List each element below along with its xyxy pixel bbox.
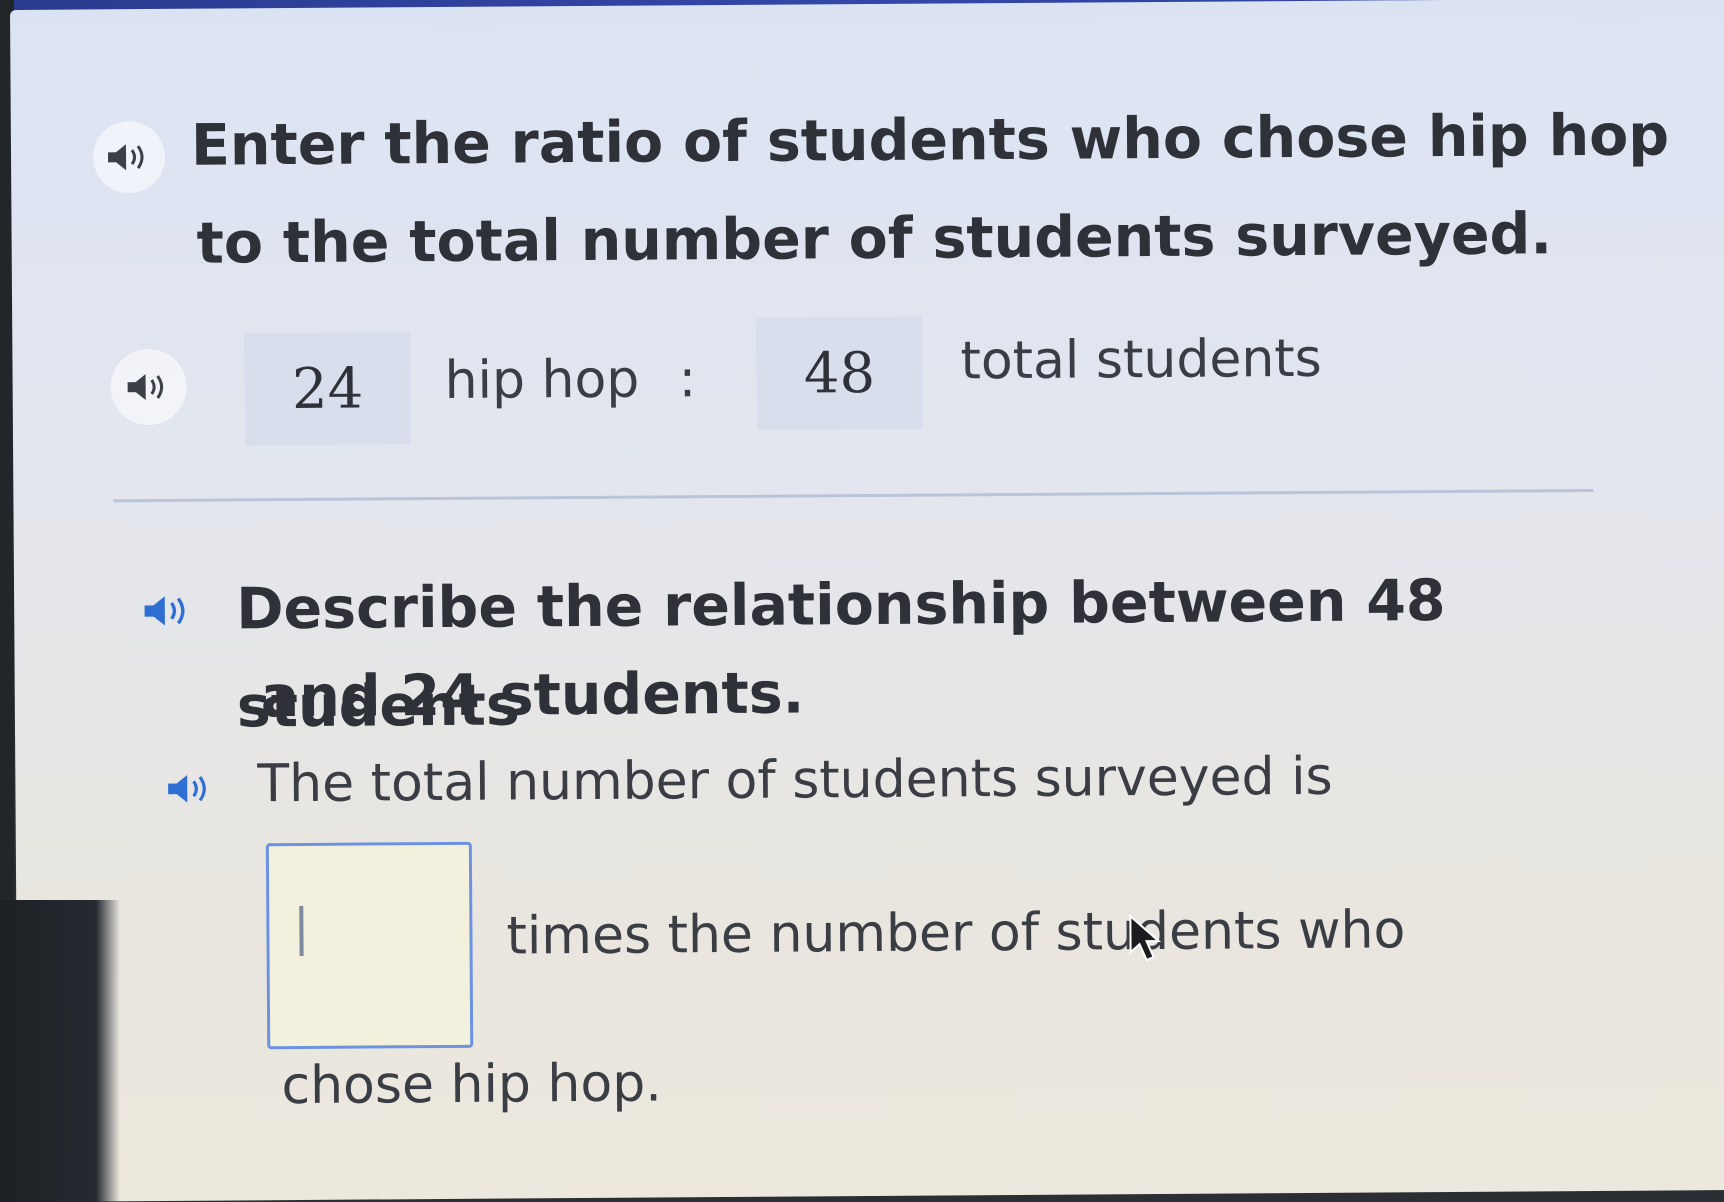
mouse-pointer-icon xyxy=(1126,913,1166,968)
ratio-separator: : xyxy=(678,349,697,410)
question-2-line-2: and 24 students. xyxy=(260,660,805,731)
multiplier-input[interactable] xyxy=(265,841,474,1050)
total-students-field[interactable]: 48 xyxy=(756,316,923,430)
total-students-label: total students xyxy=(960,328,1322,392)
screen-edge-shadow xyxy=(0,900,120,1202)
section-divider xyxy=(113,488,1594,503)
speaker-icon[interactable] xyxy=(92,120,166,194)
hip-hop-count-field[interactable]: 24 xyxy=(244,332,412,446)
speaker-icon[interactable] xyxy=(155,761,225,817)
text-caret xyxy=(299,905,304,957)
relationship-sentence-start: The total number of students surveyed is xyxy=(257,746,1333,815)
relationship-sentence-end: chose hip hop. xyxy=(281,1053,662,1117)
question-panel: Enter the ratio of students who chose hi… xyxy=(10,0,1724,1202)
relationship-sentence-middle: times the number of students who xyxy=(506,900,1406,967)
speaker-icon[interactable] xyxy=(132,581,204,642)
speaker-icon[interactable] xyxy=(110,348,187,426)
question-1-line-2: to the total number of students surveyed… xyxy=(196,201,1553,277)
hip-hop-label: hip hop xyxy=(444,349,640,411)
question-1-line-1: Enter the ratio of students who chose hi… xyxy=(190,102,1670,179)
